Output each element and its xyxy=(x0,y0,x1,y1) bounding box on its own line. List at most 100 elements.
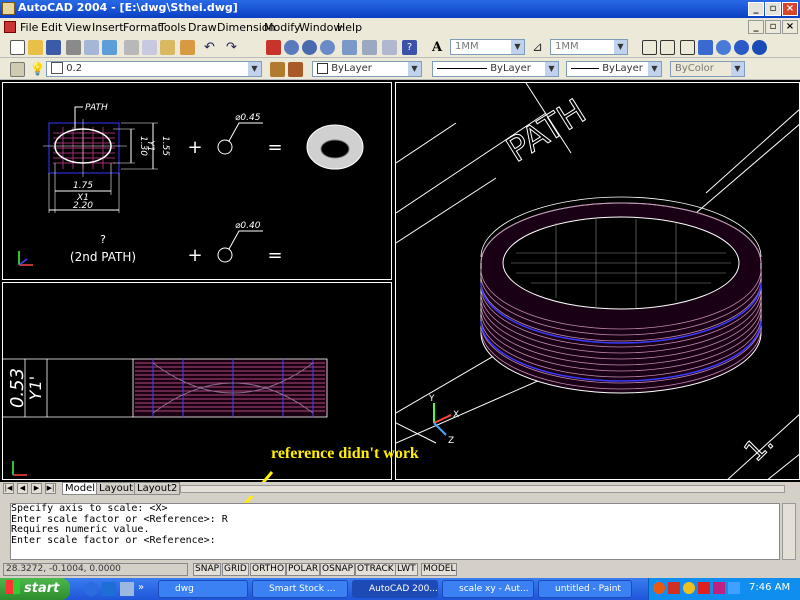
tray-msn-icon[interactable] xyxy=(683,582,695,594)
pan-icon[interactable] xyxy=(266,40,281,55)
gouraud-icon[interactable] xyxy=(716,40,731,55)
match-properties-icon[interactable] xyxy=(180,40,195,55)
menu-modify[interactable]: Modify xyxy=(264,21,300,34)
task-autocad[interactable]: AutoCAD 200... xyxy=(352,580,438,598)
layer-previous-icon[interactable] xyxy=(288,62,303,77)
menu-insert[interactable]: Insert xyxy=(92,21,124,34)
dim-style-icon[interactable]: ⊿ xyxy=(532,40,547,55)
cut-icon[interactable] xyxy=(124,40,139,55)
task-scale-xy[interactable]: scale xy - Aut... xyxy=(442,580,534,598)
otrack-toggle[interactable]: OTRACK xyxy=(355,563,396,576)
menu-draw[interactable]: Draw xyxy=(188,21,217,34)
quicklaunch-expand-icon[interactable]: » xyxy=(138,582,152,596)
menu-help[interactable]: Help xyxy=(337,21,362,34)
preview-icon[interactable] xyxy=(84,40,99,55)
zoom-realtime-icon[interactable] xyxy=(284,40,299,55)
design-center-icon[interactable] xyxy=(362,40,377,55)
grid-toggle[interactable]: GRID xyxy=(222,563,249,576)
ie-quicklaunch-icon[interactable] xyxy=(84,582,98,596)
text-style-combo[interactable]: 1MM ▼ xyxy=(450,39,525,55)
doc-minimize-button[interactable]: _ xyxy=(748,20,764,34)
last-tab-button[interactable]: ▶| xyxy=(45,483,56,494)
minimize-button[interactable]: _ xyxy=(748,2,764,16)
menu-edit[interactable]: Edit xyxy=(41,21,62,34)
lwt-toggle[interactable]: LWT xyxy=(395,563,418,576)
tray-network-icon[interactable] xyxy=(728,582,740,594)
prev-tab-button[interactable]: ◀ xyxy=(17,483,28,494)
document-icon[interactable] xyxy=(4,21,16,33)
command-scrollbar[interactable] xyxy=(782,503,796,560)
lineweight-combo[interactable]: ByLayer ▼ xyxy=(566,61,662,77)
save-icon[interactable] xyxy=(46,40,61,55)
zoom-window-icon[interactable] xyxy=(302,40,317,55)
paste-icon[interactable] xyxy=(160,40,175,55)
view-3d-icon[interactable] xyxy=(642,40,657,55)
desktop-quicklaunch-icon[interactable] xyxy=(120,582,134,596)
tray-vp-icon[interactable] xyxy=(713,582,725,594)
task-smart-stock[interactable]: Smart Stock ... xyxy=(252,580,348,598)
task-paint[interactable]: untitled - Paint xyxy=(538,580,632,598)
tool-palettes-icon[interactable] xyxy=(382,40,397,55)
path-label-3d: PATH xyxy=(500,92,594,171)
command-prompt[interactable]: Enter scale factor or <Reference>: xyxy=(11,535,779,547)
layer-manager-icon[interactable] xyxy=(10,62,25,77)
snap-toggle[interactable]: SNAP xyxy=(193,563,222,576)
task-dwg[interactable]: dwg xyxy=(158,580,248,598)
windows-logo-icon xyxy=(6,580,20,594)
autocad-app-icon[interactable] xyxy=(2,2,15,15)
zoom-previous-icon[interactable] xyxy=(320,40,335,55)
menu-format[interactable]: Format xyxy=(123,21,162,34)
tray-antivirus-icon[interactable] xyxy=(698,582,710,594)
tab-layout2[interactable]: Layout2 xyxy=(134,482,181,495)
osnap-toggle[interactable]: OSNAP xyxy=(320,563,356,576)
publish-icon[interactable] xyxy=(102,40,117,55)
close-button[interactable]: × xyxy=(782,2,798,16)
gouraud-edges-icon[interactable] xyxy=(752,40,767,55)
menu-window[interactable]: Window xyxy=(299,21,342,34)
next-tab-button[interactable]: ▶ xyxy=(31,483,42,494)
tray-shield-icon[interactable] xyxy=(668,582,680,594)
copy-icon[interactable] xyxy=(142,40,157,55)
menu-file[interactable]: File xyxy=(20,21,38,34)
make-current-icon[interactable] xyxy=(270,62,285,77)
menu-tools[interactable]: Tools xyxy=(159,21,186,34)
redo-icon[interactable]: ↷ xyxy=(226,40,241,55)
text-style-icon[interactable]: A xyxy=(432,40,447,55)
start-button[interactable]: start xyxy=(0,578,70,600)
linetype-combo[interactable]: ByLayer ▼ xyxy=(432,61,559,77)
layer-combo[interactable]: 0.2 ▼ xyxy=(46,61,262,77)
dim-1-75: 1.75 xyxy=(73,181,93,191)
plot-icon[interactable] xyxy=(66,40,81,55)
layer-on-icon[interactable]: 💡 xyxy=(30,62,45,77)
flat-edges-icon[interactable] xyxy=(734,40,749,55)
viewport-top-left[interactable]: PATH 1.30 Y1 1.55 1.75 X1 2.20 + ⌀0.45 =… xyxy=(2,82,392,280)
open-icon[interactable] xyxy=(28,40,43,55)
maximize-button[interactable]: ▫ xyxy=(765,2,781,16)
model-toggle[interactable]: MODEL xyxy=(421,563,458,576)
horizontal-scrollbar[interactable] xyxy=(180,485,785,493)
ortho-toggle[interactable]: ORTHO xyxy=(250,563,287,576)
drawing-area[interactable]: PATH 1.30 Y1 1.55 1.75 X1 2.20 + ⌀0.45 =… xyxy=(0,80,800,482)
tray-firefox-icon[interactable] xyxy=(653,582,665,594)
doc-close-button[interactable]: × xyxy=(782,20,798,34)
polar-toggle[interactable]: POLAR xyxy=(286,563,321,576)
menu-view[interactable]: View xyxy=(65,21,91,34)
new-icon[interactable] xyxy=(10,40,25,55)
outlook-quicklaunch-icon[interactable] xyxy=(102,582,116,596)
viewport-right[interactable]: PATH 1. Y X Z xyxy=(395,82,800,480)
flat-shaded-icon[interactable] xyxy=(698,40,713,55)
doc-restore-button[interactable]: ▫ xyxy=(765,20,781,34)
properties-icon[interactable] xyxy=(342,40,357,55)
first-tab-button[interactable]: |◀ xyxy=(3,483,14,494)
wireframe-icon[interactable] xyxy=(660,40,675,55)
command-window[interactable]: Specify axis to scale: <X> Enter scale f… xyxy=(10,503,780,560)
plotstyle-combo[interactable]: ByColor ▼ xyxy=(670,61,745,77)
clock[interactable]: 7:46 AM xyxy=(749,582,790,593)
color-combo[interactable]: ByLayer ▼ xyxy=(312,61,422,77)
help-icon[interactable]: ? xyxy=(402,40,417,55)
dim-style-combo[interactable]: 1MM ▼ xyxy=(550,39,628,55)
tab-model[interactable]: Model xyxy=(62,482,99,495)
hidden-icon[interactable] xyxy=(680,40,695,55)
equals-sign-1: = xyxy=(267,137,282,158)
undo-icon[interactable]: ↶ xyxy=(204,40,219,55)
